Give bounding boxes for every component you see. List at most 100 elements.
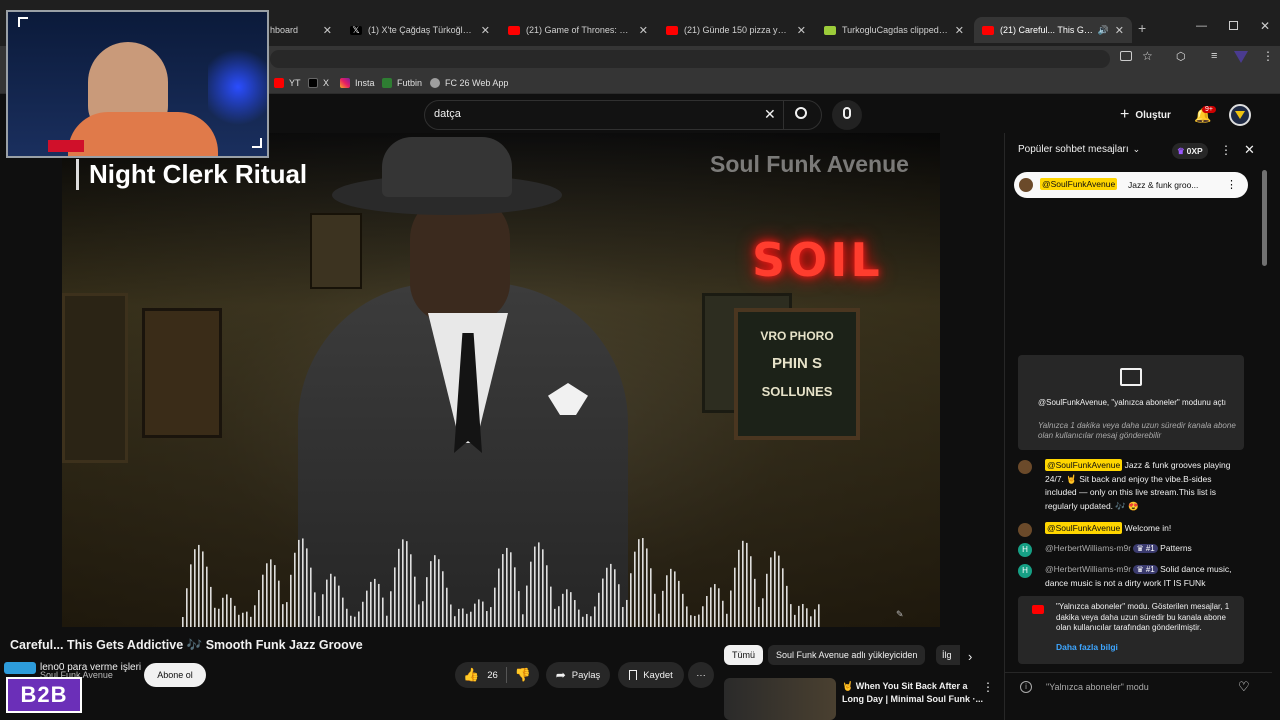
visualizer-bar	[702, 606, 704, 627]
chevron-down-icon: ⌄	[1132, 144, 1141, 154]
visualizer-bar	[710, 587, 712, 627]
create-button[interactable]: + Oluştur	[1120, 104, 1171, 126]
tab-search-icon[interactable]: ≡	[1211, 50, 1217, 62]
visualizer-bar	[374, 578, 376, 627]
search-icon[interactable]	[795, 107, 807, 119]
more-actions-button[interactable]: ···	[688, 662, 714, 688]
close-tab-icon[interactable]: ✕	[797, 24, 806, 37]
visualizer-bar	[426, 577, 428, 627]
chat-scrollbar[interactable]	[1262, 170, 1267, 266]
minimize-icon[interactable]: —	[1196, 20, 1207, 32]
visualizer-bar	[654, 593, 656, 627]
chat-message: @SoulFunkAvenue Jazz & funk grooves play…	[1018, 459, 1238, 513]
thumbs-down-icon[interactable]: 👎	[515, 667, 531, 683]
visualizer-bar	[470, 611, 472, 627]
chip-related[interactable]: İlg	[936, 645, 960, 665]
close-tab-icon[interactable]: ✕	[323, 24, 332, 37]
pinned-text: Jazz & funk groo...	[1128, 180, 1199, 190]
related-more-icon[interactable]: ⋮	[982, 680, 994, 694]
close-tab-icon[interactable]: ✕	[481, 24, 490, 37]
maximize-icon[interactable]	[1229, 21, 1238, 30]
bookmark-yt[interactable]: YT	[274, 76, 301, 90]
thumbs-up-icon[interactable]: 👍	[463, 667, 479, 683]
chat-author[interactable]: @HerbertWilliams-m9r	[1045, 543, 1131, 553]
search-input[interactable]: datça	[434, 108, 461, 120]
xp-badge[interactable]: ♛ 0XP	[1172, 143, 1208, 159]
chips-next-icon[interactable]: ›	[968, 649, 972, 664]
microphone-icon	[843, 107, 851, 119]
address-field[interactable]	[270, 50, 1110, 68]
visualizer-bar	[514, 567, 516, 627]
webcam-light	[208, 42, 267, 132]
visualizer-bar	[582, 616, 584, 627]
bookmark-x[interactable]: X	[308, 76, 329, 90]
visualizer-bar	[634, 551, 636, 627]
cast-icon[interactable]	[1120, 51, 1132, 61]
new-tab-icon[interactable]: +	[1138, 20, 1146, 36]
youtube-icon	[666, 25, 678, 35]
account-avatar[interactable]	[1229, 104, 1251, 126]
chat-author[interactable]: @HerbertWilliams-m9r	[1045, 564, 1131, 574]
pinned-more-icon[interactable]: ⋮	[1226, 178, 1237, 191]
clear-search-icon[interactable]: ✕	[764, 106, 776, 123]
chip-all[interactable]: Tümü	[724, 645, 764, 665]
visualizer-bar	[522, 614, 524, 627]
chat-author[interactable]: @SoulFunkAvenue	[1045, 459, 1123, 471]
tab-pizza[interactable]: (21) Günde 150 pizza yapıp dü ✕	[658, 17, 814, 43]
artist-signature: ✎	[896, 609, 904, 619]
search-box[interactable]	[424, 100, 822, 130]
visualizer-bar	[462, 608, 464, 627]
visualizer-bar	[466, 613, 468, 627]
close-window-icon[interactable]: ✕	[1260, 19, 1270, 33]
visualizer-bar	[686, 606, 688, 627]
visualizer-bar	[214, 607, 216, 627]
close-tab-icon[interactable]: ✕	[639, 24, 648, 37]
visualizer-bar	[542, 549, 544, 627]
visualizer-bar	[570, 592, 572, 627]
bookmark-futbin[interactable]: Futbin	[382, 76, 422, 90]
chip-channel-uploads[interactable]: Soul Funk Avenue adlı yükleyiciden	[768, 645, 926, 665]
pinned-author: @SoulFunkAvenue	[1040, 178, 1118, 190]
subscribe-button[interactable]: Abone ol	[144, 663, 206, 687]
pinned-message[interactable]: @SoulFunkAvenue Jazz & funk groo... ⋮	[1014, 172, 1248, 198]
info-icon[interactable]: i	[1020, 681, 1032, 693]
chat-mode-dropdown[interactable]: Popüler sohbet mesajları ⌄	[1018, 144, 1140, 155]
audio-playing-icon[interactable]: 🔊	[1098, 25, 1109, 36]
video-player[interactable]: SOIL VRO PHORO PHIN S SOLLUNES Soul Funk…	[62, 133, 940, 627]
visualizer-bar	[622, 606, 624, 627]
tab-dashboard[interactable]: hboard ✕	[262, 17, 340, 43]
bookmark-insta[interactable]: Insta	[340, 76, 375, 90]
star-bookmark-icon[interactable]: ☆	[1142, 49, 1153, 63]
chat-input[interactable]: "Yalnızca aboneler" modu	[1046, 682, 1149, 692]
visualizer-bar	[250, 616, 252, 627]
tab-active-video[interactable]: (21) Careful... This Gets Addi 🔊 ✕	[974, 17, 1132, 43]
visualizer-bar	[738, 549, 740, 627]
rank-badge: ♛ #1	[1133, 544, 1158, 553]
save-button[interactable]: Kaydet	[618, 662, 684, 688]
close-tab-icon[interactable]: ✕	[1115, 24, 1124, 37]
tab-x-post[interactable]: 𝕏 (1) X'te Çağdaş Türkoğlu: "Şimdi ✕	[342, 17, 498, 43]
related-video-title[interactable]: 🤘 When You Sit Back After a Long Day | M…	[842, 680, 983, 706]
visualizer-bar	[782, 568, 784, 627]
youtube-icon	[508, 25, 520, 35]
tab-clip[interactable]: TurkogluCagdas clipped by Tu ✕	[816, 17, 972, 43]
close-chat-icon[interactable]: ✕	[1244, 142, 1255, 158]
voice-search-button[interactable]	[832, 100, 862, 130]
heart-reaction-icon[interactable]: ♡	[1238, 679, 1250, 695]
related-video-thumbnail[interactable]	[724, 678, 836, 720]
chat-options-icon[interactable]: ⋮	[1220, 143, 1232, 157]
visualizer-bar	[246, 611, 248, 627]
close-tab-icon[interactable]: ✕	[955, 24, 964, 37]
tab-game-of-thrones[interactable]: (21) Game of Thrones: Season ✕	[500, 17, 656, 43]
more-menu-icon[interactable]: ⋮	[1262, 49, 1274, 63]
bookmark-fc26[interactable]: FC 26 Web App	[430, 76, 508, 90]
extensions-icon[interactable]: ⬡	[1176, 50, 1186, 63]
avatar: H	[1018, 543, 1032, 557]
share-button[interactable]: ➦ Paylaş	[546, 662, 610, 688]
visualizer-bar	[510, 552, 512, 627]
chat-author[interactable]: @SoulFunkAvenue	[1045, 522, 1123, 534]
chalkboard: VRO PHORO PHIN S SOLLUNES	[734, 308, 860, 440]
learn-more-link[interactable]: Daha fazla bilgi	[1056, 642, 1118, 652]
visualizer-bar	[526, 585, 528, 627]
visualizer-bar	[422, 601, 424, 627]
